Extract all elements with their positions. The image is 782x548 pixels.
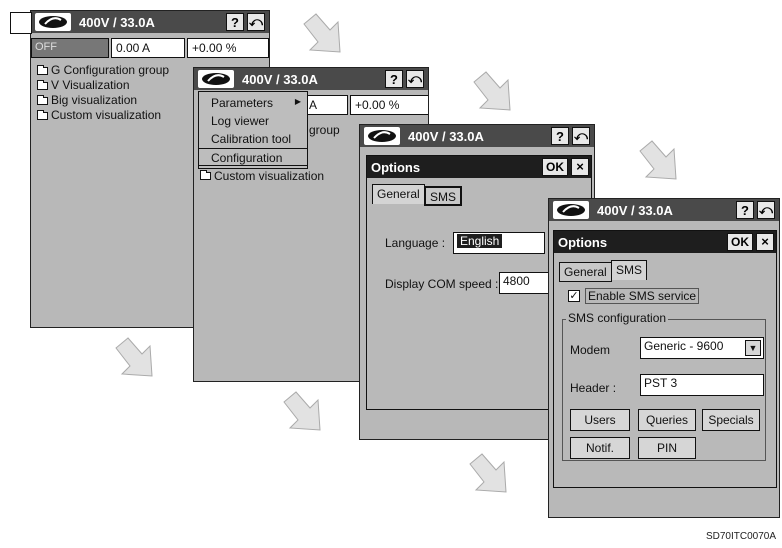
tree-item-label: V Visualization (51, 78, 130, 92)
tree-item-label: Custom visualization (214, 169, 325, 183)
language-value: English (457, 234, 503, 248)
title-text: 400V / 33.0A (408, 129, 484, 144)
folder-icon (37, 109, 48, 120)
current-field: A (304, 95, 348, 115)
com-speed-label: Display COM speed : (385, 277, 499, 291)
language-label: Language : (385, 236, 446, 250)
help-icon[interactable]: ? (551, 127, 569, 145)
folder-icon (37, 94, 48, 105)
notif-button[interactable]: Notif. (570, 437, 630, 459)
tab-sms[interactable]: SMS (611, 260, 648, 280)
modem-value: Generic - 9600 (644, 339, 724, 353)
arrow-icon (639, 140, 677, 180)
menu-item-label: Parameters (211, 96, 274, 110)
specials-button[interactable]: Specials (702, 409, 760, 431)
menu-item-calibration-tool[interactable]: Calibration tool (199, 130, 307, 148)
tab-general[interactable]: General (372, 184, 425, 204)
menu-item-configuration[interactable]: Configuration (198, 148, 308, 166)
com-speed-field[interactable]: 4800 (499, 272, 549, 294)
folder-icon (37, 64, 48, 75)
percent-field: +0.00 % (187, 38, 269, 58)
dialog-titlebar: Options OK × (554, 231, 776, 253)
exit-icon[interactable]: ⤺ (247, 13, 265, 31)
tab-general[interactable]: General (559, 262, 612, 282)
options-dialog-sms: Options OK × General SMS ✓ Enable SMS se… (553, 230, 777, 488)
current-field: 0.00 A (111, 38, 185, 58)
close-icon[interactable]: × (571, 158, 589, 176)
arrow-icon (303, 13, 341, 53)
menu-item-log-viewer[interactable]: Log viewer (199, 112, 307, 130)
title-text: 400V / 33.0A (242, 72, 318, 87)
titlebar: 400V / 33.0A ? ⤺ (194, 68, 428, 90)
tree-item[interactable]: Custom visualization (200, 169, 324, 183)
arrow-icon (469, 453, 507, 493)
figure-caption: SD70ITC0070A (705, 531, 776, 542)
header-field[interactable]: PST 3 (640, 374, 764, 396)
status-badge: OFF (31, 38, 109, 58)
tab-sms[interactable]: SMS (424, 186, 463, 206)
dropdown-arrow-icon[interactable]: ▼ (745, 340, 761, 356)
blank-box (10, 12, 32, 34)
tree-list: G Configuration group V Visualization Bi… (37, 63, 169, 123)
title-text: 400V / 33.0A (79, 15, 155, 30)
logo-icon (553, 201, 589, 219)
exit-icon[interactable]: ⤺ (757, 201, 775, 219)
modem-select[interactable]: Generic - 9600 ▼ (640, 337, 764, 359)
language-field[interactable]: English (453, 232, 545, 254)
tree-item[interactable]: Big visualization (37, 93, 169, 108)
enable-sms-checkbox[interactable]: ✓ (568, 290, 580, 302)
tree-item[interactable]: V Visualization (37, 78, 169, 93)
tree-item-label: Custom visualization (51, 108, 162, 122)
titlebar: 400V / 33.0A ? ⤺ (360, 125, 594, 147)
help-icon[interactable]: ? (736, 201, 754, 219)
titlebar: 400V / 33.0A ? ⤺ (31, 11, 269, 33)
help-icon[interactable]: ? (226, 13, 244, 31)
logo-icon (35, 13, 71, 31)
percent-field: +0.00 % (350, 95, 428, 115)
exit-icon[interactable]: ⤺ (406, 70, 424, 88)
modem-label: Modem (570, 343, 611, 357)
arrow-icon (473, 71, 511, 111)
dialog-title: Options (371, 160, 421, 175)
context-menu: Parameters ▶ Log viewer Calibration tool … (198, 91, 308, 169)
tree-item[interactable]: Custom visualization (37, 108, 169, 123)
titlebar: 400V / 33.0A ? ⤺ (549, 199, 779, 221)
help-icon[interactable]: ? (385, 70, 403, 88)
tree-item[interactable]: G Configuration group (37, 63, 169, 78)
arrow-icon (283, 391, 321, 431)
sms-config-label: SMS configuration (566, 311, 669, 325)
menu-item-parameters[interactable]: Parameters ▶ (199, 94, 307, 112)
close-icon[interactable]: × (756, 233, 774, 251)
tree-item-label: Big visualization (51, 93, 138, 107)
users-button[interactable]: Users (570, 409, 630, 431)
exit-icon[interactable]: ⤺ (572, 127, 590, 145)
pin-button[interactable]: PIN (638, 437, 696, 459)
folder-icon (200, 170, 211, 180)
submenu-arrow-icon: ▶ (294, 97, 301, 106)
header-label: Header : (570, 381, 617, 395)
enable-sms-label: Enable SMS service (585, 288, 700, 304)
logo-icon (364, 127, 400, 145)
dialog-titlebar: Options OK × (367, 156, 591, 178)
tree-item-label: G Configuration group (51, 63, 170, 77)
tree-item-label: group (309, 123, 340, 137)
title-text: 400V / 33.0A (597, 203, 673, 218)
ok-button[interactable]: OK (542, 158, 568, 176)
dialog-title: Options (558, 235, 608, 250)
queries-button[interactable]: Queries (638, 409, 696, 431)
ok-button[interactable]: OK (727, 233, 753, 251)
logo-icon (198, 70, 234, 88)
folder-icon (37, 79, 48, 90)
arrow-icon (115, 337, 153, 377)
